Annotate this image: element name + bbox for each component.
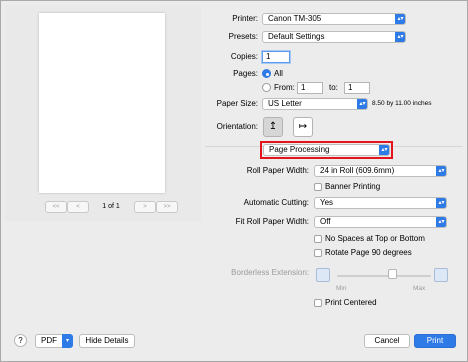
last-page-button[interactable]: >> [156,201,178,213]
automatic-cutting-label: Automatic Cutting: [243,198,309,207]
extension-slider-thumb[interactable] [388,269,397,279]
previous-page-button[interactable]: < [67,201,89,213]
slider-min-label: Min [336,285,347,292]
presets-label: Presets: [228,32,258,41]
pages-from-field[interactable]: 1 [297,82,323,94]
borderless-extension-label: Borderless Extension: [231,268,309,277]
help-button[interactable]: ? [14,334,27,347]
banner-printing-checkbox[interactable] [314,183,322,191]
pages-all-label: All [274,69,283,78]
print-button[interactable]: Print [414,334,456,348]
next-page-button[interactable]: > [134,201,156,213]
paper-size-popup[interactable]: US Letter ▴▾ [262,98,368,110]
hide-details-button[interactable]: Hide Details [79,334,135,348]
pages-from-label: From: [274,83,295,92]
no-spaces-label: No Spaces at Top or Bottom [325,234,425,243]
chevron-updown-icon: ▴▾ [379,145,389,155]
pages-all-radio[interactable] [262,69,271,78]
rotate-page-checkbox[interactable] [314,249,322,257]
first-page-button[interactable]: << [45,201,67,213]
fit-roll-paper-width-value: Off [320,217,331,226]
printer-label: Printer: [232,14,258,23]
copies-field[interactable]: 1 [262,51,290,63]
roll-paper-width-popup[interactable]: 24 in Roll (609.6mm) ▴▾ [314,165,447,177]
presets-value: Default Settings [268,32,325,41]
presets-popup[interactable]: Default Settings ▴▾ [262,31,406,43]
orientation-label: Orientation: [216,122,258,131]
pdf-menu-button[interactable]: PDF ▾ [35,334,73,348]
automatic-cutting-popup[interactable]: Yes ▴▾ [314,197,447,209]
printer-popup[interactable]: Canon TM-305 ▴▾ [262,13,406,25]
fit-roll-paper-width-popup[interactable]: Off ▴▾ [314,216,447,228]
min-extension-icon [316,268,330,282]
pdf-label: PDF [41,336,57,345]
print-centered-checkbox[interactable] [314,299,322,307]
roll-paper-width-label: Roll Paper Width: [246,166,309,175]
landscape-icon: ↦ [298,121,308,132]
max-extension-icon [434,268,448,282]
paper-size-label: Paper Size: [216,99,258,108]
chevron-updown-icon: ▴▾ [395,32,405,42]
no-spaces-checkbox[interactable] [314,235,322,243]
rotate-page-label: Rotate Page 90 degrees [325,248,412,257]
portrait-icon: ↥ [268,121,278,132]
fit-roll-paper-width-label: Fit Roll Paper Width: [235,217,309,226]
print-dialog: << < 1 of 1 > >> Printer: Canon TM-305 ▴… [0,0,468,362]
section-value: Page Processing [269,145,330,154]
chevron-updown-icon: ▴▾ [357,99,367,109]
pages-to-field[interactable]: 1 [344,82,370,94]
chevron-down-icon: ▾ [62,334,73,348]
section-popup[interactable]: Page Processing ▴▾ [263,144,390,156]
chevron-updown-icon: ▴▾ [395,14,405,24]
paper-size-value: US Letter [268,99,302,108]
cancel-button[interactable]: Cancel [364,334,410,348]
page-count: 1 of 1 [102,203,120,210]
paper-size-dimensions: 8.50 by 11.00 inches [372,100,432,107]
slider-max-label: Max [413,285,426,292]
pages-range-radio[interactable] [262,83,271,92]
chevron-updown-icon: ▴▾ [436,198,446,208]
extension-slider-track[interactable] [337,275,431,277]
automatic-cutting-value: Yes [320,198,334,207]
portrait-orientation-button[interactable]: ↥ [263,117,283,137]
print-centered-label: Print Centered [325,298,377,307]
printer-value: Canon TM-305 [268,14,322,23]
pages-label: Pages: [233,69,258,78]
roll-paper-width-value: 24 in Roll (609.6mm) [320,166,395,175]
chevron-updown-icon: ▴▾ [436,166,446,176]
landscape-orientation-button[interactable]: ↦ [293,117,313,137]
chevron-updown-icon: ▴▾ [436,217,446,227]
copies-label: Copies: [230,52,258,61]
page-preview [39,13,165,193]
banner-printing-label: Banner Printing [325,182,381,191]
pages-to-label: to: [329,83,338,92]
